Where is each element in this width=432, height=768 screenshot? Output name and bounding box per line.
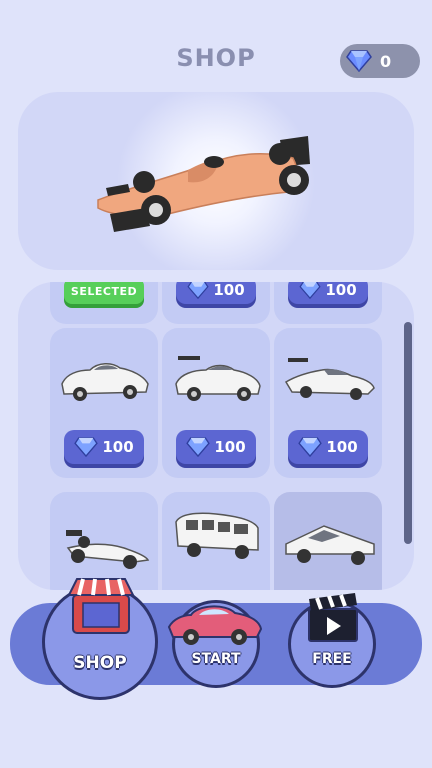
diamond-icon xyxy=(346,50,372,72)
price-label: 100 xyxy=(102,438,134,456)
car-card[interactable] xyxy=(162,492,270,590)
car-card[interactable]: SELECTED xyxy=(50,282,158,324)
store-icon xyxy=(67,578,135,634)
white-cybertruck-icon xyxy=(285,525,375,565)
car-grid[interactable]: SELECTED 100 100 100 100 100 xyxy=(18,282,414,590)
car-card[interactable]: 100 xyxy=(50,328,158,478)
car-icon xyxy=(167,605,263,645)
price-label: 100 xyxy=(214,438,246,456)
car-card[interactable]: 100 xyxy=(274,328,382,478)
price-button[interactable]: 100 xyxy=(288,282,368,304)
white-supercar-icon xyxy=(284,358,375,400)
car-card[interactable]: 100 xyxy=(162,328,270,478)
price-label: 100 xyxy=(213,282,245,299)
diamond-icon xyxy=(298,437,323,457)
white-sports-car-icon xyxy=(175,356,261,401)
price-button[interactable]: 100 xyxy=(176,430,256,464)
white-van-icon xyxy=(175,512,259,559)
white-sedan-icon xyxy=(61,363,149,401)
shop-nav-button[interactable]: SHOP xyxy=(42,578,158,700)
car-card[interactable] xyxy=(274,492,382,590)
car-card[interactable]: 100 xyxy=(162,282,270,324)
start-nav-label: START xyxy=(191,651,241,667)
price-button[interactable]: 100 xyxy=(64,430,144,464)
diamond-icon xyxy=(187,282,209,299)
start-nav-button[interactable]: START xyxy=(167,600,263,688)
shop-nav-label: SHOP xyxy=(73,653,127,673)
clapperboard-icon xyxy=(308,593,358,642)
price-label: 100 xyxy=(326,438,358,456)
diamond-icon xyxy=(299,282,321,299)
scrollbar[interactable] xyxy=(404,322,412,544)
formula-car-preview xyxy=(97,136,310,232)
price-button[interactable]: 100 xyxy=(176,282,256,304)
free-nav-label: FREE xyxy=(312,651,352,667)
selected-badge[interactable]: SELECTED xyxy=(64,282,144,304)
price-label: 100 xyxy=(325,282,357,299)
diamond-icon xyxy=(186,437,211,457)
gem-counter: 0 xyxy=(340,44,420,78)
gem-count: 0 xyxy=(380,51,392,71)
price-button[interactable]: 100 xyxy=(288,430,368,464)
car-preview-panel xyxy=(18,92,414,270)
car-card[interactable]: 100 xyxy=(274,282,382,324)
free-nav-button[interactable]: FREE xyxy=(288,593,376,688)
white-formula-car-icon xyxy=(66,530,150,569)
diamond-icon xyxy=(74,437,99,457)
